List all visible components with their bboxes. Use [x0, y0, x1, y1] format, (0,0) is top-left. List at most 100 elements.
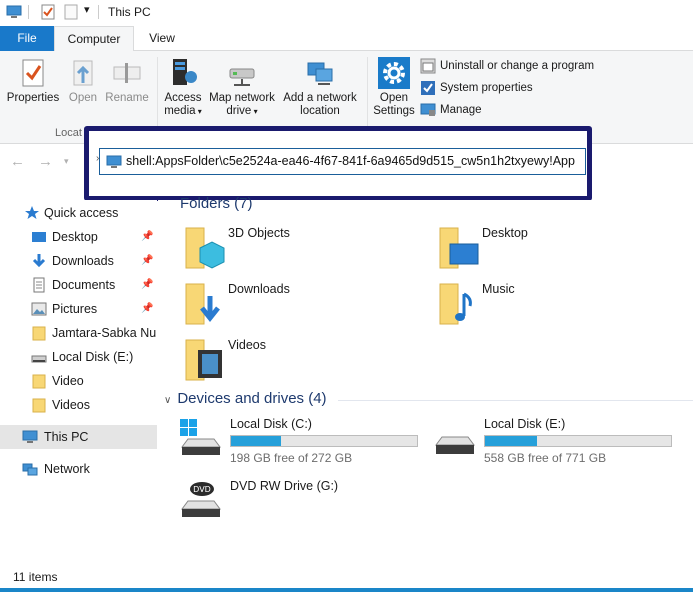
sidebar-item-local-disk-e[interactable]: Local Disk (E:): [0, 345, 157, 369]
sidebar-item-documents[interactable]: Documents 📌: [0, 273, 157, 297]
pin-icon[interactable]: 📌: [141, 249, 153, 273]
folder-downloads[interactable]: Downloads: [182, 280, 422, 330]
tab-file[interactable]: File: [0, 26, 54, 51]
address-bar-highlight: › shell:AppsFolder\c5e2524a-ea46-4f67-84…: [84, 126, 592, 201]
forward-arrow-icon[interactable]: →: [38, 153, 53, 170]
access-media-label: Access: [164, 92, 202, 104]
videos-icon: [185, 339, 222, 381]
sidebar-item-jamtara[interactable]: Jamtara-Sabka Num: [0, 321, 157, 345]
folder-3d-objects[interactable]: 3D Objects: [182, 224, 422, 274]
open-settings-label: Open: [379, 92, 409, 104]
add-location-label-2: location: [300, 105, 340, 117]
drive-e[interactable]: Local Disk (E:) 558 GB free of 771 GB: [432, 417, 682, 473]
folder-videos[interactable]: Videos: [182, 336, 422, 386]
drive-free-space: 198 GB free of 272 GB: [230, 451, 353, 465]
divider: [28, 5, 29, 19]
drive-g[interactable]: DVD DVD RW Drive (G:): [178, 479, 428, 535]
sidebar-item-video[interactable]: Video: [0, 369, 157, 393]
customize-toolbar-icon[interactable]: ▾: [84, 3, 90, 16]
sidebar-item-label: This PC: [44, 430, 89, 444]
computer-icon: [22, 430, 38, 443]
drive-c[interactable]: Local Disk (C:) 198 GB free of 272 GB: [178, 417, 428, 473]
window-title: This PC: [108, 5, 151, 19]
3d-objects-icon: [185, 227, 225, 269]
dropdown-arrow-icon: ▾: [251, 107, 258, 116]
sidebar-item-videos[interactable]: Videos: [0, 393, 157, 417]
devices-header-label: Devices and drives (4): [177, 390, 327, 407]
sidebar-item-this-pc[interactable]: This PC: [0, 425, 157, 449]
item-count: 11 items: [13, 570, 58, 584]
map-drive-label-2: drive: [226, 105, 252, 117]
sidebar-item-desktop[interactable]: Desktop 📌: [0, 225, 157, 249]
sidebar-item-network[interactable]: Network: [0, 457, 157, 481]
map-network-drive-button[interactable]: Map network drive ▾: [206, 57, 278, 118]
folder-icon: [32, 374, 46, 389]
uninstall-program-button[interactable]: Uninstall or change a program: [420, 57, 594, 75]
svg-text:DVD: DVD: [193, 485, 211, 494]
system-properties-label: System properties: [440, 82, 533, 94]
ribbon-separator: [157, 57, 158, 135]
desktop-icon: [439, 227, 479, 269]
tab-view[interactable]: View: [134, 26, 190, 51]
open-button[interactable]: Open: [64, 57, 102, 105]
add-network-location-button[interactable]: Add a network location: [280, 57, 360, 118]
sidebar-item-label: Video: [52, 374, 84, 388]
sidebar-item-label: Desktop: [52, 230, 98, 244]
pictures-icon: [31, 302, 47, 316]
sidebar-item-label: Jamtara-Sabka Num: [52, 326, 157, 340]
properties-check-icon: [22, 59, 44, 87]
folders-section-header[interactable]: Folders (7): [180, 195, 253, 212]
pin-icon[interactable]: 📌: [141, 225, 153, 249]
ribbon-separator: [367, 57, 368, 135]
address-bar[interactable]: › shell:AppsFolder\c5e2524a-ea46-4f67-84…: [96, 148, 586, 175]
folder-desktop[interactable]: Desktop: [436, 224, 676, 274]
recent-locations-chevron-icon[interactable]: ▾: [64, 156, 69, 167]
sidebar-item-quick-access[interactable]: Quick access: [0, 201, 157, 225]
music-icon: [439, 283, 472, 325]
sidebar-item-label: Documents: [52, 278, 116, 292]
sidebar-item-downloads[interactable]: Downloads 📌: [0, 249, 157, 273]
new-folder-icon[interactable]: [63, 4, 79, 20]
folder-label: 3D Objects: [228, 226, 290, 240]
drive-usage-fill: [485, 436, 538, 446]
documents-icon: [33, 277, 45, 293]
ribbon-tabs: File Computer View: [0, 26, 693, 52]
folder-label: Desktop: [482, 226, 528, 240]
dvd-drive-icon: DVD: [181, 482, 221, 517]
manage-button[interactable]: Manage: [420, 101, 482, 119]
drive-name: Local Disk (C:): [230, 417, 312, 431]
section-divider: [338, 400, 693, 401]
tab-computer[interactable]: Computer: [54, 26, 134, 52]
network-location-icon: [307, 62, 333, 85]
devices-section-header[interactable]: ∨ Devices and drives (4): [164, 390, 327, 407]
pin-icon[interactable]: 📌: [141, 297, 153, 321]
properties-button[interactable]: Properties: [4, 57, 62, 105]
address-input[interactable]: shell:AppsFolder\c5e2524a-ea46-4f67-841f…: [126, 154, 575, 168]
system-properties-button[interactable]: System properties: [420, 79, 533, 97]
access-media-button[interactable]: Access media ▾: [160, 57, 206, 118]
ribbon-group-location-label: Locat: [55, 127, 82, 139]
folder-music[interactable]: Music: [436, 280, 676, 330]
computer-management-icon: [420, 103, 436, 116]
taskbar-edge: [0, 588, 693, 592]
rename-button[interactable]: Rename: [104, 57, 150, 105]
computer-icon: [106, 155, 122, 168]
drive-usage-bar: [484, 435, 672, 447]
open-icon: [73, 60, 93, 86]
properties-check-icon[interactable]: [40, 4, 56, 20]
network-drive-icon: [229, 68, 255, 86]
open-label: Open: [68, 92, 98, 104]
computer-icon[interactable]: [6, 4, 22, 20]
pin-icon[interactable]: 📌: [141, 273, 153, 297]
add-location-label: Add a network: [283, 92, 357, 104]
network-icon: [22, 463, 38, 476]
download-arrow-icon: [32, 254, 46, 268]
sidebar-item-label: Quick access: [44, 206, 119, 220]
sidebar-item-label: Videos: [52, 398, 90, 412]
open-settings-button[interactable]: Open Settings: [370, 57, 418, 118]
sidebar-item-pictures[interactable]: Pictures 📌: [0, 297, 157, 321]
back-arrow-icon[interactable]: ←: [10, 153, 25, 170]
downloads-icon: [185, 283, 220, 325]
drive-usage-bar: [230, 435, 418, 447]
properties-label: Properties: [6, 92, 60, 104]
